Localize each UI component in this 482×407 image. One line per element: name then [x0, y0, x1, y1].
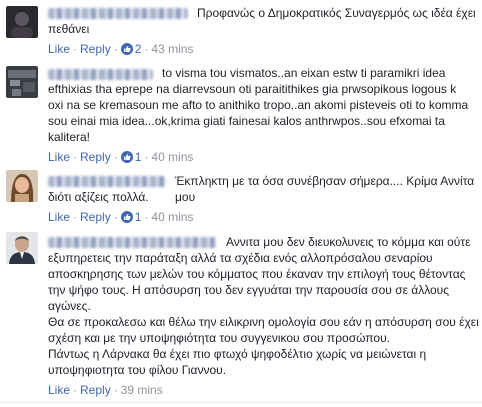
comment-text: εξυπηρετεις την παράταξη αλλά τα σχέδια …	[48, 251, 433, 265]
likes-count[interactable]: 1	[120, 150, 141, 164]
comment-text: Προφανώς ο Δημοκρατικός Συναγερμός ως ιδ…	[197, 6, 476, 20]
reply-link[interactable]: Reply	[80, 383, 111, 397]
comment-text: Έκπληκτη με τα όσα συνέβησαν σήμερα.... …	[175, 174, 475, 204]
author-name-blurred[interactable]	[48, 69, 153, 80]
comment-text: Θα σε προκαλεσω και θέλω την ειλικρινη ο…	[48, 315, 479, 329]
comment-time[interactable]: 40 mins	[151, 210, 193, 224]
avatar[interactable]	[6, 66, 38, 98]
comment-text: σχέση και με την υποψηφιότητα του συγγεν…	[48, 331, 390, 345]
comment-actions: Like · Reply · 1 · 40 mins	[48, 210, 194, 224]
like-link[interactable]: Like	[48, 150, 70, 164]
author-name-blurred[interactable]	[48, 237, 216, 248]
comment-text: υποψηφιοτητα του φίλου Γιαννου.	[48, 363, 227, 377]
author-name-blurred[interactable]	[48, 8, 188, 19]
comment-text: kalitera!	[48, 130, 91, 144]
comment-text: to visma tou vismatos..an eixan estw ti …	[162, 66, 446, 80]
comment-time[interactable]: 43 mins	[151, 42, 193, 56]
avatar[interactable]	[6, 6, 38, 38]
comment-3: Έκπληκτη με τα όσα συνέβησαν σήμερα.... …	[0, 167, 482, 227]
reply-link[interactable]: Reply	[80, 210, 111, 224]
like-link[interactable]: Like	[48, 383, 70, 397]
comment-actions: Like · Reply · 2 · 43 mins	[48, 42, 194, 56]
comment-text: αγώνες.	[48, 299, 91, 313]
comment-4: Αννιτα μου δεν διευκολυνεις το κόμμα και…	[0, 227, 482, 403]
comment-text: αποσκηρησης των μελών του κόμματος που έ…	[48, 267, 466, 281]
comment-actions: Like · Reply · 39 mins	[48, 383, 163, 397]
thumbs-up-icon	[120, 151, 133, 163]
likes-count[interactable]: 2	[120, 42, 141, 56]
thumbs-up-icon	[120, 211, 133, 223]
comment-text: oxi na se kremasoun me afto to anithiko …	[48, 98, 469, 112]
thumbs-up-icon	[120, 43, 133, 55]
comment-1: Προφανώς ο Δημοκρατικός Συναγερμός ως ιδ…	[0, 0, 482, 62]
comment-2: to visma tou vismatos..an eixan estw ti …	[0, 62, 482, 167]
comment-text: sou einai mia idea...ok,krima giati fain…	[48, 114, 445, 128]
reply-link[interactable]: Reply	[80, 42, 111, 56]
comment-text: διότι αξίζεις πολλά.	[48, 190, 149, 204]
like-link[interactable]: Like	[48, 210, 70, 224]
comment-text: πεθάνει	[48, 22, 90, 36]
reply-link[interactable]: Reply	[80, 150, 111, 164]
avatar[interactable]	[6, 170, 38, 202]
comment-text: Πάντως η Λάρνακα θα έχει πιο φτωχό ψηφοδ…	[48, 347, 427, 361]
author-name-blurred[interactable]	[48, 176, 166, 187]
comment-time[interactable]: 39 mins	[121, 383, 163, 397]
comment-text: efthixias tha eprepe na diarrevsoun oti …	[48, 82, 457, 96]
comment-actions: Like · Reply · 1 · 40 mins	[48, 150, 194, 164]
comment-text: την ψήφο τους. Η απόσυρση του δεν εγγυάτ…	[48, 283, 450, 297]
divider	[0, 402, 482, 403]
comment-text: Αννιτα μου δεν διευκολυνεις το κόμμα και…	[226, 235, 471, 249]
likes-count[interactable]: 1	[120, 210, 141, 224]
avatar[interactable]	[6, 232, 38, 264]
comment-time[interactable]: 40 mins	[151, 150, 193, 164]
like-link[interactable]: Like	[48, 42, 70, 56]
